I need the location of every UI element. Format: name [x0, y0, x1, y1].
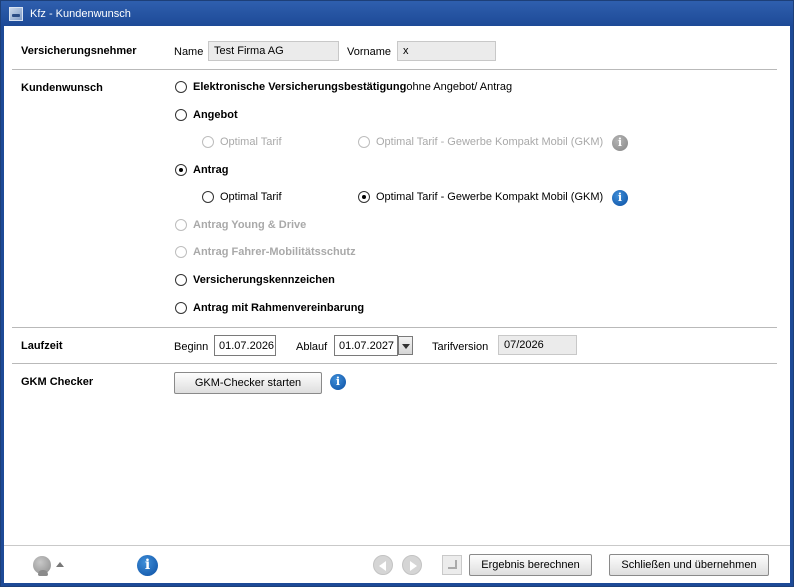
option-fahrer-label: Antrag Fahrer-Mobilitätsschutz: [193, 246, 356, 258]
tarifversion-label: Tarifversion: [432, 341, 489, 353]
section-kundenwunsch: Kundenwunsch: [21, 82, 103, 94]
radio-angebot-gkm: [358, 136, 370, 148]
angebot-sub-optimal-label: Optimal Tarif: [220, 136, 282, 148]
prev-icon: [373, 555, 393, 575]
radio-fahrer: [175, 246, 187, 258]
option-antrag[interactable]: Antrag: [175, 164, 228, 176]
divider: [12, 363, 777, 364]
title-bar[interactable]: Kfz - Kundenwunsch: [1, 1, 793, 26]
info-icon[interactable]: i: [612, 190, 628, 206]
window-frame-right: [790, 26, 793, 586]
ablauf-date-input[interactable]: 01.07.2027: [334, 335, 398, 356]
radio-kennzeichen[interactable]: [175, 274, 187, 286]
info-icon: i: [612, 135, 628, 151]
schliessen-uebernehmen-button[interactable]: Schließen und übernehmen: [609, 554, 769, 576]
name-field: Test Firma AG: [208, 41, 339, 61]
info-icon[interactable]: i: [137, 555, 158, 576]
window-frame-left: [1, 26, 4, 586]
dialog-window: Kfz - Kundenwunsch Versicherungsnehmer N…: [0, 0, 794, 587]
next-icon: [402, 555, 422, 575]
ablauf-label: Ablauf: [296, 341, 328, 353]
radio-antrag-gkm[interactable]: [358, 191, 370, 203]
name-label: Name: [174, 46, 204, 58]
option-young-drive: Antrag Young & Drive: [175, 219, 306, 231]
divider: [12, 327, 777, 328]
ergebnis-berechnen-button[interactable]: Ergebnis berechnen: [469, 554, 592, 576]
option-evb-suffix: ohne Angebot/ Antrag: [406, 81, 513, 93]
radio-angebot[interactable]: [175, 109, 187, 121]
radio-angebot-optimal: [202, 136, 214, 148]
option-kennzeichen-label: Versicherungskennzeichen: [193, 274, 335, 286]
antrag-sub-optimal[interactable]: Optimal Tarif: [202, 191, 282, 203]
option-antrag-label: Antrag: [193, 164, 229, 176]
option-angebot-label: Angebot: [193, 109, 238, 121]
option-rahmen[interactable]: Antrag mit Rahmenvereinbarung: [175, 302, 364, 314]
option-evb-label: Elektronische Versicherungsbestätigung: [193, 81, 407, 93]
section-versicherungsnehmer: Versicherungsnehmer: [21, 45, 137, 57]
radio-antrag[interactable]: [175, 164, 187, 176]
angebot-sub-gkm-label: Optimal Tarif - Gewerbe Kompakt Mobil (G…: [376, 136, 604, 148]
beginn-date-input[interactable]: 01.07.2026: [214, 335, 276, 356]
radio-evb[interactable]: [175, 81, 187, 93]
footer-divider: [4, 545, 790, 546]
antrag-sub-gkm[interactable]: Optimal Tarif - Gewerbe Kompakt Mobil (G…: [358, 191, 603, 203]
gkm-checker-start-button[interactable]: GKM-Checker starten: [174, 372, 322, 394]
antrag-sub-gkm-label: Optimal Tarif - Gewerbe Kompakt Mobil (G…: [376, 191, 604, 203]
beginn-label: Beginn: [174, 341, 209, 353]
option-angebot[interactable]: Angebot: [175, 109, 238, 121]
avatar-icon[interactable]: [33, 556, 51, 576]
option-rahmen-label: Antrag mit Rahmenvereinbarung: [193, 302, 365, 314]
ablauf-dropdown-button[interactable]: [398, 336, 413, 355]
antrag-sub-optimal-label: Optimal Tarif: [220, 191, 282, 203]
angebot-sub-gkm: Optimal Tarif - Gewerbe Kompakt Mobil (G…: [358, 136, 603, 148]
info-icon[interactable]: i: [330, 374, 346, 390]
section-gkm-checker: GKM Checker: [21, 376, 94, 388]
radio-rahmen[interactable]: [175, 302, 187, 314]
radio-antrag-optimal[interactable]: [202, 191, 214, 203]
radio-young-drive: [175, 219, 187, 231]
caret-up-icon[interactable]: [56, 562, 64, 567]
window-frame-bottom: [1, 583, 793, 586]
jump-icon: [442, 555, 462, 575]
divider: [12, 69, 777, 70]
option-kennzeichen[interactable]: Versicherungskennzeichen: [175, 274, 335, 286]
tarifversion-field: 07/2026: [498, 335, 577, 355]
option-fahrer: Antrag Fahrer-Mobilitätsschutz: [175, 246, 356, 258]
angebot-sub-optimal: Optimal Tarif: [202, 136, 282, 148]
option-young-drive-label: Antrag Young & Drive: [193, 219, 307, 231]
option-evb[interactable]: Elektronische Versicherungsbestätigung o…: [175, 81, 512, 93]
vorname-label: Vorname: [347, 46, 392, 58]
section-laufzeit: Laufzeit: [21, 340, 63, 352]
window-title: Kfz - Kundenwunsch: [30, 7, 131, 20]
app-icon: [9, 6, 23, 21]
vorname-field: x: [397, 41, 496, 61]
